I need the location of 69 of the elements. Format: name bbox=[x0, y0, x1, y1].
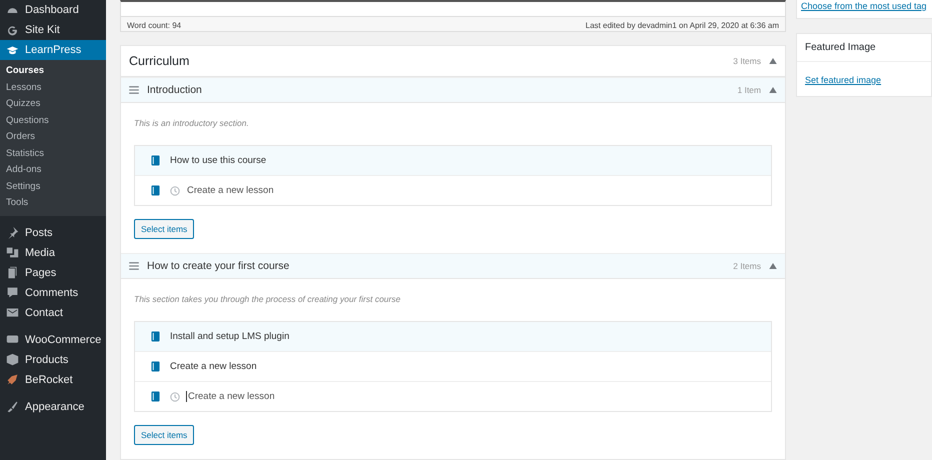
rocket-icon bbox=[6, 373, 19, 386]
submenu-item[interactable]: Questions bbox=[0, 112, 106, 129]
lesson-title-field[interactable]: Create a new lesson bbox=[187, 391, 488, 402]
lesson-row[interactable]: Create a new lesson bbox=[135, 176, 771, 205]
drag-handle-icon[interactable] bbox=[129, 262, 139, 270]
drag-handle-icon[interactable] bbox=[129, 86, 139, 94]
pushpin-icon bbox=[6, 226, 19, 239]
submenu-item[interactable]: Courses bbox=[0, 63, 106, 80]
sidebar-menu-item[interactable]: BeRocket bbox=[0, 370, 106, 390]
sidebar-menu-item[interactable]: Site Kit bbox=[0, 20, 106, 40]
lesson-title: Install and setup LMS plugin bbox=[170, 331, 290, 342]
select-items-button[interactable]: Select items bbox=[134, 425, 194, 445]
book-icon bbox=[151, 155, 160, 166]
envelope-icon bbox=[6, 306, 19, 319]
set-featured-image-link[interactable]: Set featured image bbox=[805, 75, 882, 85]
sidebar-menu-item[interactable]: Pages bbox=[0, 262, 106, 282]
lesson-row[interactable]: How to use this course bbox=[135, 146, 771, 176]
lesson-title: How to use this course bbox=[170, 155, 266, 166]
lesson-title-field[interactable]: Create a new lesson bbox=[186, 185, 487, 196]
section-header[interactable]: How to create your first course 2 Items bbox=[121, 253, 785, 279]
sidebar-menu-item[interactable]: LearnPress bbox=[0, 40, 106, 60]
lesson-row[interactable]: Install and setup LMS plugin bbox=[135, 322, 771, 352]
clock-icon bbox=[170, 392, 180, 402]
submenu-item[interactable]: Tools bbox=[0, 195, 106, 212]
clock-icon bbox=[170, 186, 180, 196]
g-letter-icon bbox=[6, 24, 19, 36]
paintbrush-icon bbox=[6, 400, 19, 413]
collapse-icon[interactable] bbox=[769, 58, 777, 64]
sidebar-menu-item[interactable]: Dashboard bbox=[0, 0, 106, 20]
section-description: This is an introductory section. bbox=[134, 118, 250, 128]
media-icon bbox=[6, 246, 19, 259]
book-icon bbox=[151, 331, 160, 342]
panel-title: Featured Image bbox=[797, 34, 931, 62]
editor-area[interactable] bbox=[120, 0, 786, 16]
item-count: 3 Items bbox=[733, 56, 761, 66]
collapse-icon[interactable] bbox=[769, 87, 777, 93]
sidebar-menu-item[interactable]: Comments bbox=[0, 282, 106, 302]
sidebar-menu-item[interactable]: Media bbox=[0, 242, 106, 262]
section-title: Introduction bbox=[147, 84, 203, 96]
submenu-item[interactable]: Statistics bbox=[0, 146, 106, 162]
speech-bubble-icon bbox=[6, 286, 19, 299]
submenu-item[interactable]: Lessons bbox=[0, 80, 106, 96]
sidebar-menu-item[interactable]: WooCommerce bbox=[0, 330, 106, 350]
lesson-title: Create a new lesson bbox=[170, 361, 257, 372]
book-icon bbox=[151, 185, 160, 196]
collapse-icon[interactable] bbox=[769, 263, 777, 269]
sidebar-menu-item[interactable]: Appearance bbox=[0, 396, 106, 416]
pages-icon bbox=[6, 266, 19, 279]
panel-title: Curriculum bbox=[129, 54, 190, 68]
section-header[interactable]: Introduction 1 Item bbox=[121, 77, 785, 103]
section-title: How to create your first course bbox=[147, 260, 290, 272]
section-description: This section takes you through the process of creating your first course bbox=[134, 294, 402, 304]
book-icon bbox=[151, 361, 160, 372]
sidebar-menu-item[interactable]: Posts bbox=[0, 222, 106, 242]
item-count: 2 Items bbox=[733, 261, 761, 271]
submenu-item[interactable]: Orders bbox=[0, 129, 106, 146]
sidebar-menu-item[interactable]: Contact bbox=[0, 302, 106, 322]
lesson-row[interactable]: Create a new lesson bbox=[135, 382, 771, 411]
item-count: 1 Item bbox=[737, 85, 761, 95]
word-count: Word count: 94 bbox=[127, 21, 182, 27]
sidebar-menu-item[interactable]: Products bbox=[0, 350, 106, 370]
select-items-button[interactable]: Select items bbox=[134, 219, 194, 239]
submenu-item[interactable]: Quizzes bbox=[0, 96, 106, 112]
lesson-row[interactable]: Create a new lesson bbox=[135, 352, 771, 382]
cube-icon bbox=[6, 353, 19, 366]
submenu-item[interactable]: Add-ons bbox=[0, 162, 106, 178]
submenu-item[interactable]: Settings bbox=[0, 178, 106, 195]
graduation-cap-icon bbox=[6, 44, 19, 56]
book-icon bbox=[151, 391, 160, 402]
